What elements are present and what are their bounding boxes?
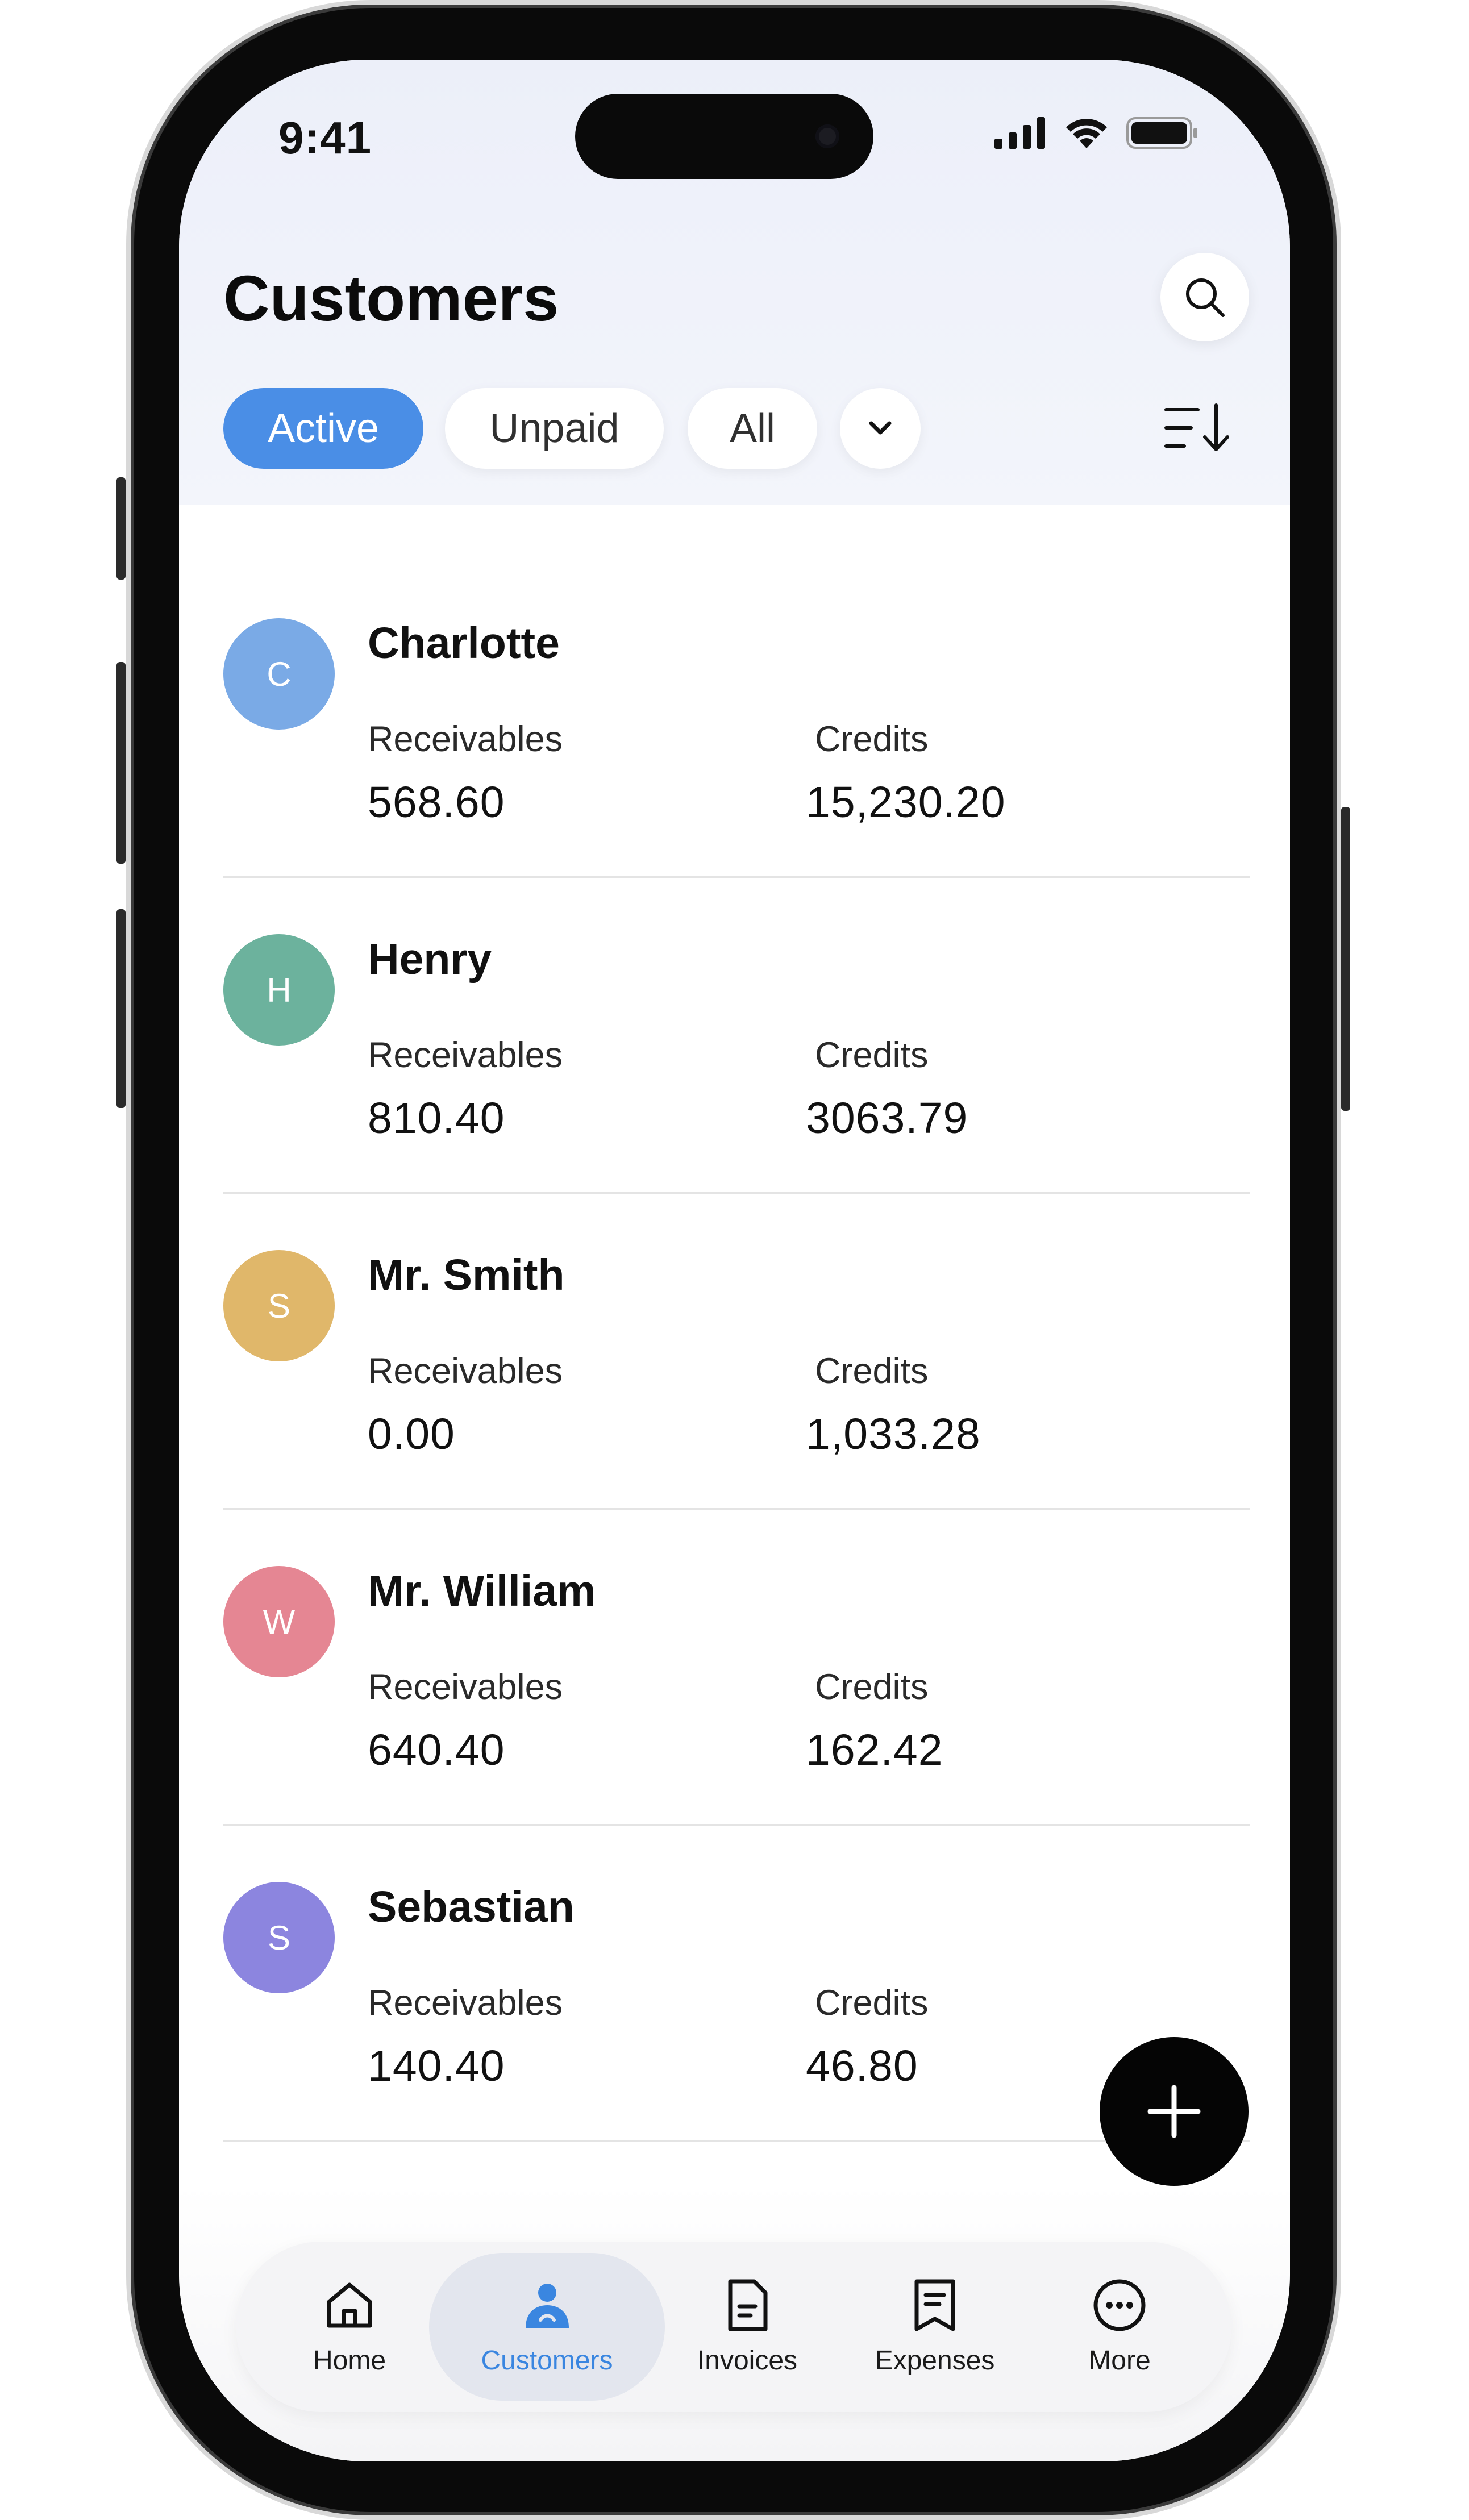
filter-chip-unpaid[interactable]: Unpaid (445, 388, 664, 469)
side-button-volume-up (116, 662, 126, 864)
plus-icon (1147, 2085, 1201, 2138)
customer-name: Mr. Smith (368, 1251, 565, 1299)
receivables-value: 140.40 (368, 2042, 505, 2090)
tab-label: Customers (481, 2345, 613, 2376)
customer-row[interactable]: C Charlotte Receivables Credits 568.60 1… (223, 563, 1250, 878)
chevron-down-icon (869, 421, 892, 435)
receivables-value: 568.60 (368, 778, 505, 827)
receivables-label: Receivables (368, 1351, 563, 1391)
receivables-value: 640.40 (368, 1726, 505, 1775)
credits-value: 1,033.28 (806, 1410, 981, 1459)
credits-label: Credits (815, 1983, 929, 2023)
tab-label: Home (313, 2345, 386, 2376)
customer-name: Charlotte (368, 619, 560, 668)
more-icon (1093, 2279, 1146, 2331)
tab-bar: Home Customers Invoices Expenses More (236, 2242, 1231, 2412)
customer-name: Henry (368, 935, 492, 984)
customer-row[interactable]: W Mr. William Receivables Credits 640.40… (223, 1510, 1250, 1826)
filter-chip-active[interactable]: Active (223, 388, 423, 469)
customer-name: Sebastian (368, 1882, 575, 1931)
credits-label: Credits (815, 1667, 929, 1707)
person-icon (525, 2283, 569, 2328)
tab-label: Expenses (875, 2345, 995, 2376)
tab-invoices[interactable]: Invoices (673, 2242, 821, 2412)
status-icons (994, 116, 1199, 149)
document-icon (728, 2279, 768, 2331)
avatar: S (223, 1250, 335, 1361)
tab-more[interactable]: More (1054, 2242, 1185, 2412)
filter-more-dropdown[interactable] (840, 388, 921, 469)
camera-icon (815, 124, 839, 148)
filter-chip-label: All (729, 406, 775, 451)
receivables-value: 810.40 (368, 1094, 505, 1143)
receivables-value: 0.00 (368, 1410, 455, 1459)
receivables-label: Receivables (368, 1983, 563, 2023)
tab-expenses[interactable]: Expenses (855, 2242, 1014, 2412)
credits-value: 162.42 (806, 1726, 943, 1775)
signal-icon (994, 117, 1045, 149)
tab-home[interactable]: Home (281, 2242, 418, 2412)
search-button[interactable] (1160, 253, 1249, 341)
search-icon (1186, 278, 1225, 317)
credits-value: 15,230.20 (806, 778, 1006, 827)
home-icon (327, 2282, 372, 2327)
filter-chip-all[interactable]: All (688, 388, 817, 469)
customer-name: Mr. William (368, 1567, 596, 1615)
receivables-label: Receivables (368, 1035, 563, 1075)
add-customer-button[interactable] (1100, 2037, 1249, 2186)
sort-button[interactable] (1164, 399, 1232, 456)
filter-chip-label: Active (267, 406, 380, 451)
avatar: H (223, 934, 335, 1046)
customer-row[interactable]: H Henry Receivables Credits 810.40 3063.… (223, 878, 1250, 1194)
filter-chip-label: Unpaid (489, 406, 619, 451)
customer-row[interactable]: S Sebastian Receivables Credits 140.40 4… (223, 1826, 1250, 2142)
screen: 9:41 Customers Active Unpaid All C Charl… (179, 60, 1290, 2461)
side-button-power (1341, 807, 1350, 1111)
receivables-label: Receivables (368, 1667, 563, 1707)
side-button-mute (116, 477, 126, 580)
tab-label: Invoices (697, 2345, 798, 2376)
credits-label: Credits (815, 719, 929, 759)
status-time: 9:41 (278, 113, 372, 163)
sort-icon (1164, 403, 1229, 451)
tab-customers[interactable]: Customers (429, 2242, 665, 2412)
customer-row[interactable]: S Mr. Smith Receivables Credits 0.00 1,0… (223, 1194, 1250, 1510)
avatar: C (223, 618, 335, 730)
receivables-label: Receivables (368, 719, 563, 759)
avatar: S (223, 1882, 335, 1993)
battery-icon (1126, 117, 1197, 149)
wifi-icon (1066, 119, 1107, 148)
credits-value: 3063.79 (806, 1094, 968, 1143)
credits-value: 46.80 (806, 2042, 918, 2090)
credits-label: Credits (815, 1351, 929, 1391)
receipt-icon (914, 2279, 955, 2331)
dynamic-island (575, 94, 873, 179)
page-title: Customers (223, 263, 559, 334)
avatar: W (223, 1566, 335, 1677)
tab-label: More (1088, 2345, 1151, 2376)
side-button-volume-down (116, 909, 126, 1108)
credits-label: Credits (815, 1035, 929, 1075)
